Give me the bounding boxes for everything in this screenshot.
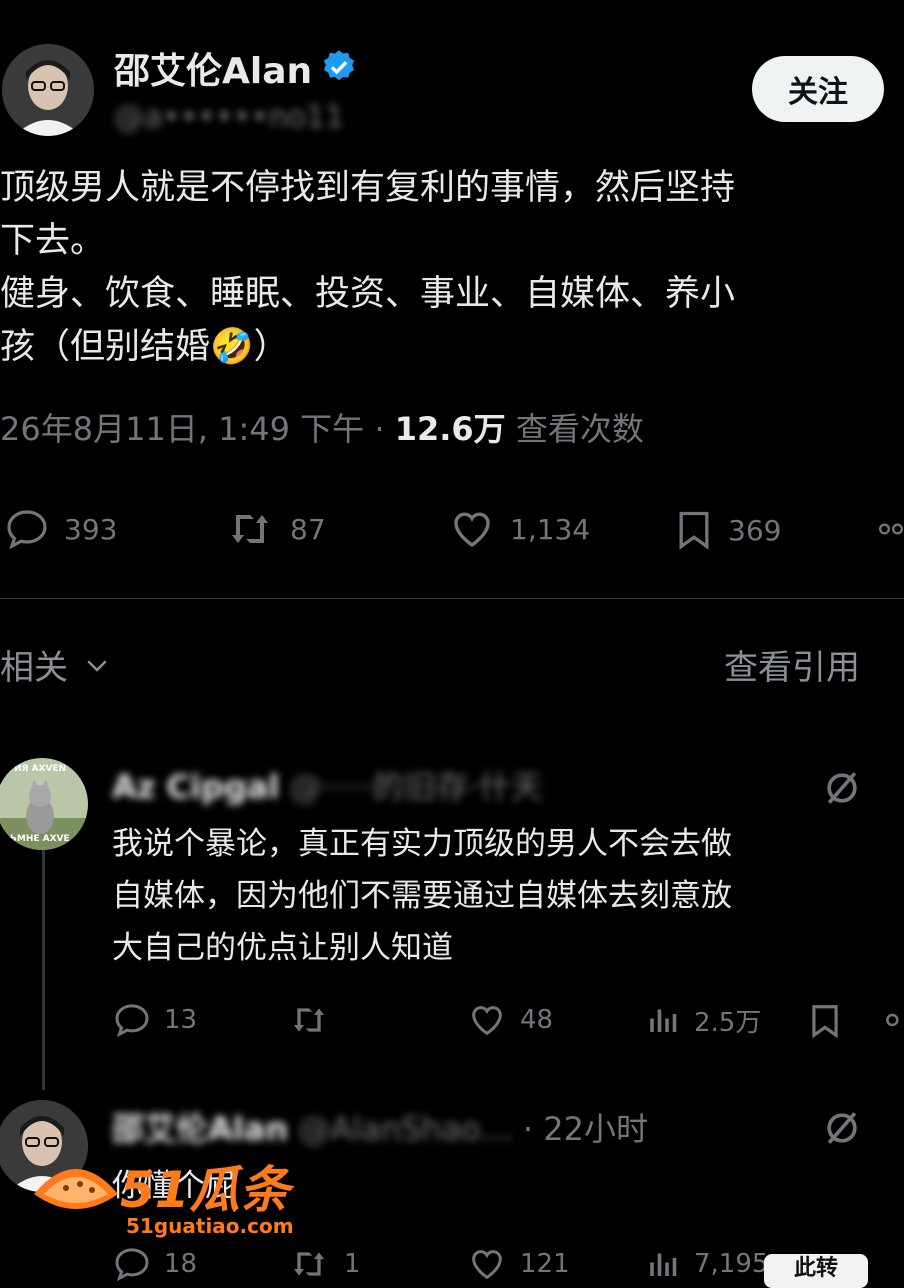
reply-views-button[interactable]: 7,195: [646, 1244, 768, 1284]
avatar-caption-top: ИЯ AXVEN: [14, 764, 67, 774]
heart-icon: [454, 512, 490, 548]
reply-header[interactable]: 邵艾伦Alan @AlanShao… · 22小时: [112, 1104, 648, 1150]
watermark-brand: 51瓜条: [120, 1161, 290, 1219]
divider: [0, 598, 904, 599]
like-count: 121: [520, 1249, 570, 1279]
avatar-caption-bottom: ЬМНЕ AXVE: [10, 834, 70, 844]
views-count: 7,195: [694, 1249, 769, 1279]
reply-like-button[interactable]: 48: [466, 1000, 553, 1040]
reply-count: 18: [164, 1249, 198, 1279]
thread-line: [42, 830, 45, 1090]
reply-reply-button[interactable]: 13: [112, 1000, 197, 1040]
share-icon[interactable]: [878, 516, 904, 546]
reply-author-meta: @AlanShao…: [298, 1110, 513, 1148]
retweet-button[interactable]: 87: [222, 505, 326, 553]
reply-author-name: Az Cipgal: [112, 768, 280, 806]
follow-button[interactable]: 关注: [752, 56, 884, 122]
meta-separator: ·: [374, 410, 395, 448]
reply-text-line: 我说个暴论，真正有实力顶级的男人不会去做: [112, 826, 732, 862]
reply-icon: [7, 510, 47, 550]
reply-icon: [115, 1248, 149, 1282]
bookmark-count: 369: [728, 513, 782, 547]
like-button[interactable]: 1,134: [446, 505, 590, 553]
grok-icon[interactable]: [820, 766, 864, 814]
reply-retweet-button[interactable]: [286, 1000, 332, 1044]
like-count: 1,134: [510, 512, 591, 546]
share-icon[interactable]: [884, 1008, 904, 1036]
related-toggle[interactable]: 相关: [0, 640, 112, 689]
reply-count: 393: [64, 512, 118, 546]
chevron-down-icon: [87, 659, 107, 672]
tweet-text-line: 顶级男人就是不停找到有复利的事情，然后坚持: [0, 168, 736, 208]
tweet-text-line: 健身、饮食、睡眠、投资、事业、自媒体、养小: [0, 274, 736, 314]
corner-watermark-text: 此转: [793, 1256, 838, 1281]
reply-count: 13: [164, 1005, 198, 1035]
corner-watermark: 此转: [764, 1254, 868, 1288]
heart-icon: [472, 1250, 502, 1280]
related-label: 相关: [0, 648, 68, 688]
reply-header[interactable]: Az Cipgal @·····的旧存·什天: [112, 762, 543, 808]
watermark-url: 51guatiao.com: [126, 1214, 294, 1238]
reply-author-name: 邵艾伦Alan: [112, 1110, 289, 1148]
reply-text-line: 大自己的优点让别人知道: [112, 930, 453, 966]
views-count: 12.6万: [394, 410, 506, 448]
retweet-count: 87: [290, 512, 326, 546]
views-label: 查看次数: [515, 410, 644, 448]
analytics-icon: [650, 1253, 677, 1276]
retweet-icon: [232, 515, 268, 543]
site-watermark-logo: 51瓜条 51guatiao.com: [30, 1150, 320, 1240]
author-name[interactable]: 邵艾伦Alan: [114, 42, 312, 94]
tweet-text: 顶级男人就是不停找到有复利的事情，然后坚持 下去。 健身、饮食、睡眠、投资、事业…: [0, 162, 904, 374]
like-count: 48: [520, 1005, 554, 1035]
retweet-icon: [294, 1008, 324, 1032]
reply-views-button[interactable]: 2.5万: [646, 1000, 761, 1040]
analytics-icon: [650, 1009, 677, 1032]
tweet-text-line: 下去。: [0, 221, 106, 261]
tweet-meta: 26年8月11日, 1:49 下午 · 12.6万 查看次数: [0, 404, 644, 450]
grok-icon[interactable]: [820, 1106, 864, 1154]
bookmark-icon: [679, 511, 709, 550]
reply-reply-button[interactable]: 18: [112, 1244, 197, 1284]
heart-icon: [472, 1006, 502, 1036]
view-quotes-link[interactable]: 查看引用: [724, 640, 860, 689]
reply-text-line: 自媒体，因为他们不需要通过自媒体去刻意放: [112, 878, 732, 914]
tweet-text-line: 孩（但别结婚🤣）: [0, 327, 289, 367]
author-avatar-image: [2, 44, 94, 136]
retweet-count: 1: [344, 1249, 361, 1279]
melon-logo-icon: [34, 1169, 118, 1209]
reply-text: 我说个暴论，真正有实力顶级的男人不会去做 自媒体，因为他们不需要通过自媒体去刻意…: [112, 818, 732, 974]
tweet-timestamp[interactable]: 26年8月11日, 1:49 下午: [0, 410, 364, 448]
bookmark-icon[interactable]: [806, 1000, 844, 1046]
author-handle[interactable]: @a••••••no11: [114, 100, 344, 135]
verified-badge-icon: [320, 48, 358, 90]
reply-avatar[interactable]: ИЯ AXVEN ЬМНЕ AXVE: [0, 758, 88, 850]
reply-author-meta: @·····的旧存·什天: [289, 768, 543, 806]
reply-button[interactable]: 393: [2, 505, 117, 553]
reply-like-button[interactable]: 121: [466, 1244, 570, 1284]
reply-icon: [115, 1004, 149, 1038]
reply-retweet-button[interactable]: 1: [286, 1244, 361, 1284]
bookmark-button[interactable]: 369: [672, 505, 781, 555]
retweet-icon: [294, 1252, 324, 1276]
author-avatar[interactable]: [2, 44, 94, 136]
views-count: 2.5万: [694, 1007, 762, 1038]
reply-time: · 22小时: [522, 1110, 648, 1148]
